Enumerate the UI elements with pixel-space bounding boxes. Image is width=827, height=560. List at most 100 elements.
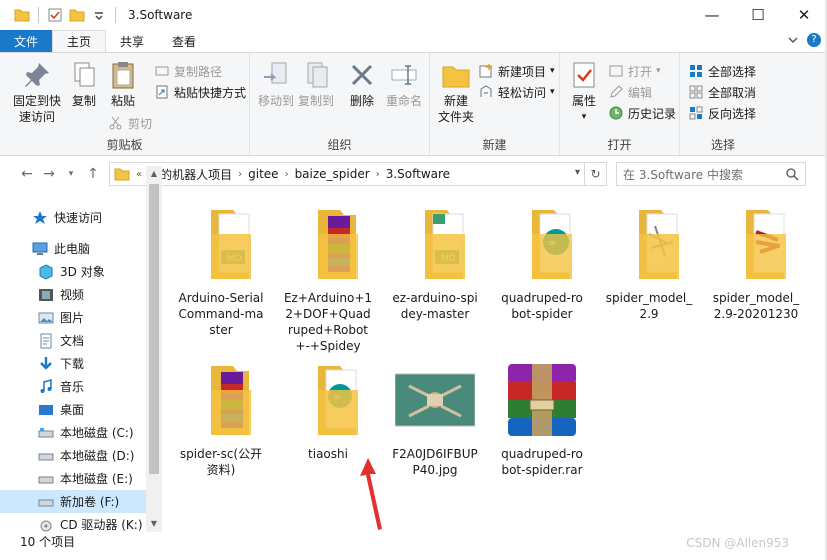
file-item[interactable]: ∞ tiaoshi bbox=[276, 360, 380, 462]
file-item[interactable]: quadruped-ro bot-spider.rar bbox=[490, 360, 594, 478]
move-to-button[interactable]: 移动到 bbox=[256, 59, 296, 109]
minimize-button[interactable]: — bbox=[689, 0, 735, 30]
paste-button[interactable]: 粘贴 bbox=[104, 59, 142, 109]
forward-arrow-icon[interactable]: → bbox=[38, 166, 60, 182]
file-item[interactable]: F2A0JD6IFBUP P40.jpg bbox=[383, 360, 487, 478]
nav-label: 本地磁盘 (C:) bbox=[60, 426, 134, 440]
copy-path-button[interactable]: 复制路径 bbox=[154, 61, 222, 81]
chevron-right-icon[interactable]: › bbox=[376, 169, 380, 180]
delete-x-icon bbox=[351, 64, 373, 86]
back-arrow-icon[interactable]: ← bbox=[16, 166, 38, 182]
copy-to-button[interactable]: 复制到 bbox=[296, 59, 336, 109]
rename-icon bbox=[391, 65, 417, 85]
nav-item-documents[interactable]: 文档 bbox=[0, 329, 146, 352]
nav-item-desktop[interactable]: 桌面 bbox=[0, 398, 146, 421]
copy-label: 复制 bbox=[71, 94, 96, 108]
nav-item-downloads[interactable]: 下载 bbox=[0, 352, 146, 375]
select-all-button[interactable]: 全部选择 bbox=[688, 61, 756, 81]
breadcrumb-item[interactable]: gitee bbox=[248, 167, 278, 181]
close-button[interactable]: ✕ bbox=[781, 0, 827, 30]
nav-item-music[interactable]: 音乐 bbox=[0, 375, 146, 398]
file-item[interactable]: spider_model_ 2.9 bbox=[597, 204, 701, 322]
file-item[interactable]: spider-sc(公开 资料) bbox=[169, 360, 273, 478]
nav-item-pictures[interactable]: 图片 bbox=[0, 306, 146, 329]
history-button[interactable]: 历史记录 bbox=[608, 103, 676, 123]
address-bar[interactable]: « 我的机器人项目 › gitee › baize_spider › 3.Sof… bbox=[109, 162, 607, 186]
chevron-down-icon[interactable] bbox=[787, 34, 799, 46]
address-dropdown-icon[interactable]: ▾ bbox=[575, 167, 580, 178]
help-icon[interactable]: ? bbox=[807, 33, 821, 47]
nav-label: 3D 对象 bbox=[60, 265, 105, 279]
folder-rar-icon bbox=[318, 210, 358, 279]
select-none-button[interactable]: 全部取消 bbox=[688, 82, 756, 102]
breadcrumb-item[interactable]: 3.Software bbox=[386, 167, 450, 181]
cut-button[interactable]: 剪切 bbox=[108, 113, 152, 133]
customize-dropdown-icon[interactable] bbox=[91, 7, 107, 23]
chevron-right-icon[interactable]: › bbox=[238, 169, 242, 180]
group-label-select: 选择 bbox=[710, 138, 735, 152]
group-organize: 移动到 复制到 删除 重命名 组织 bbox=[250, 53, 430, 157]
file-name: spider-sc(公开 资料) bbox=[179, 447, 263, 477]
file-item[interactable]: MD Arduino-Serial Command-ma ster bbox=[169, 204, 273, 338]
rename-button[interactable]: 重命名 bbox=[382, 59, 426, 109]
tab-view[interactable]: 查看 bbox=[158, 30, 210, 52]
file-item[interactable]: MD ez-arduino-spi dey-master bbox=[383, 204, 487, 322]
group-clipboard: 固定到快 速访问 复制 粘贴 复制路径 粘贴快捷方式 剪切 剪贴板 bbox=[0, 53, 250, 157]
folder-md-icon: MD bbox=[211, 210, 251, 279]
nav-label: 本地磁盘 (D:) bbox=[60, 449, 135, 463]
up-arrow-icon[interactable]: ↑ bbox=[82, 166, 104, 182]
nav-item-quick-access[interactable]: 快速访问 bbox=[0, 206, 146, 229]
nav-item-drive-d[interactable]: 本地磁盘 (D:) bbox=[0, 444, 146, 467]
select-all-icon bbox=[690, 65, 702, 77]
invert-selection-button[interactable]: 反向选择 bbox=[688, 103, 756, 123]
cd-icon bbox=[40, 520, 52, 531]
delete-button[interactable]: 删除 bbox=[346, 59, 378, 109]
nav-item-drive-e[interactable]: 本地磁盘 (E:) bbox=[0, 467, 146, 490]
ribbon-tabs: 文件 主页 共享 查看 ? bbox=[0, 30, 827, 52]
paste-shortcut-button[interactable]: 粘贴快捷方式 bbox=[154, 82, 246, 102]
file-item[interactable]: spider_model_ 2.9-20201230 bbox=[704, 204, 808, 322]
tab-home[interactable]: 主页 bbox=[52, 30, 107, 52]
tab-share[interactable]: 共享 bbox=[106, 30, 158, 52]
group-label-clipboard: 剪贴板 bbox=[106, 138, 143, 152]
chevron-right-icon[interactable]: › bbox=[285, 169, 289, 180]
properties-check-icon[interactable] bbox=[47, 7, 63, 23]
music-icon bbox=[40, 378, 52, 393]
new-folder-icon[interactable] bbox=[69, 7, 85, 23]
select-all-label: 全部选择 bbox=[708, 64, 757, 79]
drive-icon bbox=[38, 453, 54, 460]
scroll-down-icon[interactable]: ▼ bbox=[146, 516, 162, 532]
tab-file[interactable]: 文件 bbox=[0, 30, 53, 52]
nav-item-3d-objects[interactable]: 3D 对象 bbox=[0, 260, 146, 283]
scroll-up-icon[interactable]: ▲ bbox=[146, 166, 162, 182]
watermark: CSDN @Allen953 bbox=[686, 536, 789, 550]
folder-arduino-icon: ∞ bbox=[532, 210, 572, 279]
new-item-button[interactable]: 新建项目 ▾ bbox=[478, 61, 555, 81]
maximize-button[interactable]: ☐ bbox=[735, 0, 781, 30]
easy-access-button[interactable]: 轻松访问 ▾ bbox=[478, 82, 555, 102]
breadcrumb-item[interactable]: baize_spider bbox=[295, 167, 370, 181]
paste-label: 粘贴 bbox=[110, 94, 135, 108]
overflow-chevron[interactable]: « bbox=[136, 169, 142, 180]
open-button[interactable]: 打开 ▾ bbox=[608, 61, 661, 81]
file-item[interactable]: Ez+Arduino+1 2+DOF+Quad ruped+Robot +-+S… bbox=[276, 204, 380, 354]
folder-model-icon bbox=[746, 210, 786, 279]
nav-item-drive-f[interactable]: 新加卷 (F:) bbox=[0, 490, 146, 513]
scrollbar-thumb[interactable] bbox=[149, 184, 159, 474]
invert-selection-icon bbox=[689, 106, 703, 120]
nav-item-videos[interactable]: 视频 bbox=[0, 283, 146, 306]
refresh-icon[interactable]: ↻ bbox=[584, 163, 606, 185]
pin-quick-access-button[interactable]: 固定到快 速访问 bbox=[10, 59, 64, 125]
nav-item-this-pc[interactable]: 此电脑 bbox=[0, 237, 146, 260]
rename-label: 重命名 bbox=[385, 94, 422, 108]
file-item[interactable]: ∞ quadruped-ro bot-spider bbox=[490, 204, 594, 322]
new-folder-button[interactable]: 新建 文件夹 bbox=[434, 59, 478, 125]
search-input[interactable]: 在 3.Software 中搜索 bbox=[616, 162, 806, 186]
edit-button[interactable]: 编辑 bbox=[608, 82, 652, 102]
properties-button[interactable]: 属性 ▾ bbox=[566, 59, 602, 125]
nav-item-drive-c[interactable]: 本地磁盘 (C:) bbox=[0, 421, 146, 444]
navigation-scrollbar[interactable]: ▲ ▼ bbox=[146, 166, 162, 532]
recent-dropdown-icon[interactable]: ▾ bbox=[60, 169, 82, 179]
edit-label: 编辑 bbox=[628, 85, 653, 100]
copy-button[interactable]: 复制 bbox=[66, 59, 102, 109]
